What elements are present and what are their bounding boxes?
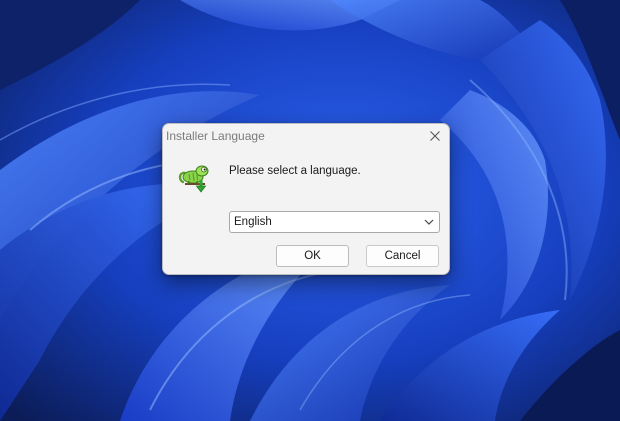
close-icon (430, 131, 440, 141)
desktop: Installer Language Please select a langu… (0, 0, 620, 421)
installer-language-dialog: Installer Language Please select a langu… (162, 123, 450, 275)
dialog-titlebar[interactable]: Installer Language (163, 124, 449, 148)
chevron-down-icon (424, 219, 434, 225)
dialog-title: Installer Language (166, 129, 265, 143)
language-select[interactable]: English (229, 211, 440, 233)
language-select-value: English (234, 216, 272, 228)
notepad-plus-plus-chameleon-icon (178, 165, 209, 193)
ok-button[interactable]: OK (276, 245, 349, 267)
language-prompt: Please select a language. (229, 165, 361, 177)
close-button[interactable] (423, 126, 447, 146)
cancel-button[interactable]: Cancel (366, 245, 439, 267)
